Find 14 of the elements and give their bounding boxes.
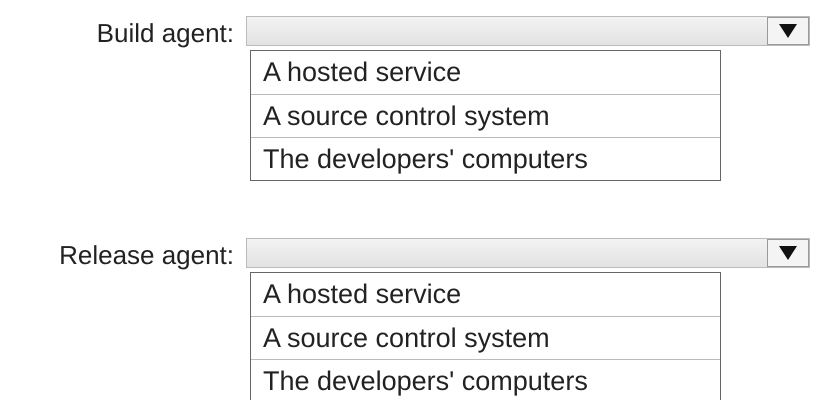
dropdown-option[interactable]: A hosted service [251,51,720,94]
dropdown-option[interactable]: A source control system [251,94,720,137]
dropdown-field[interactable] [246,238,810,268]
dropdown-button[interactable] [767,17,809,45]
dropdown-option[interactable]: A source control system [251,316,720,359]
field-label: Release agent: [58,239,235,270]
dropdown-option[interactable]: The developers' computers [251,359,720,400]
field-label: Build agent: [96,17,235,48]
caret-icon [778,23,798,39]
caret-icon [778,245,798,261]
dropdown-option[interactable]: A hosted service [251,273,720,316]
dropdown-option[interactable]: The developers' computers [251,137,720,180]
dropdown-button[interactable] [767,239,809,267]
dropdown-field[interactable] [246,16,810,46]
